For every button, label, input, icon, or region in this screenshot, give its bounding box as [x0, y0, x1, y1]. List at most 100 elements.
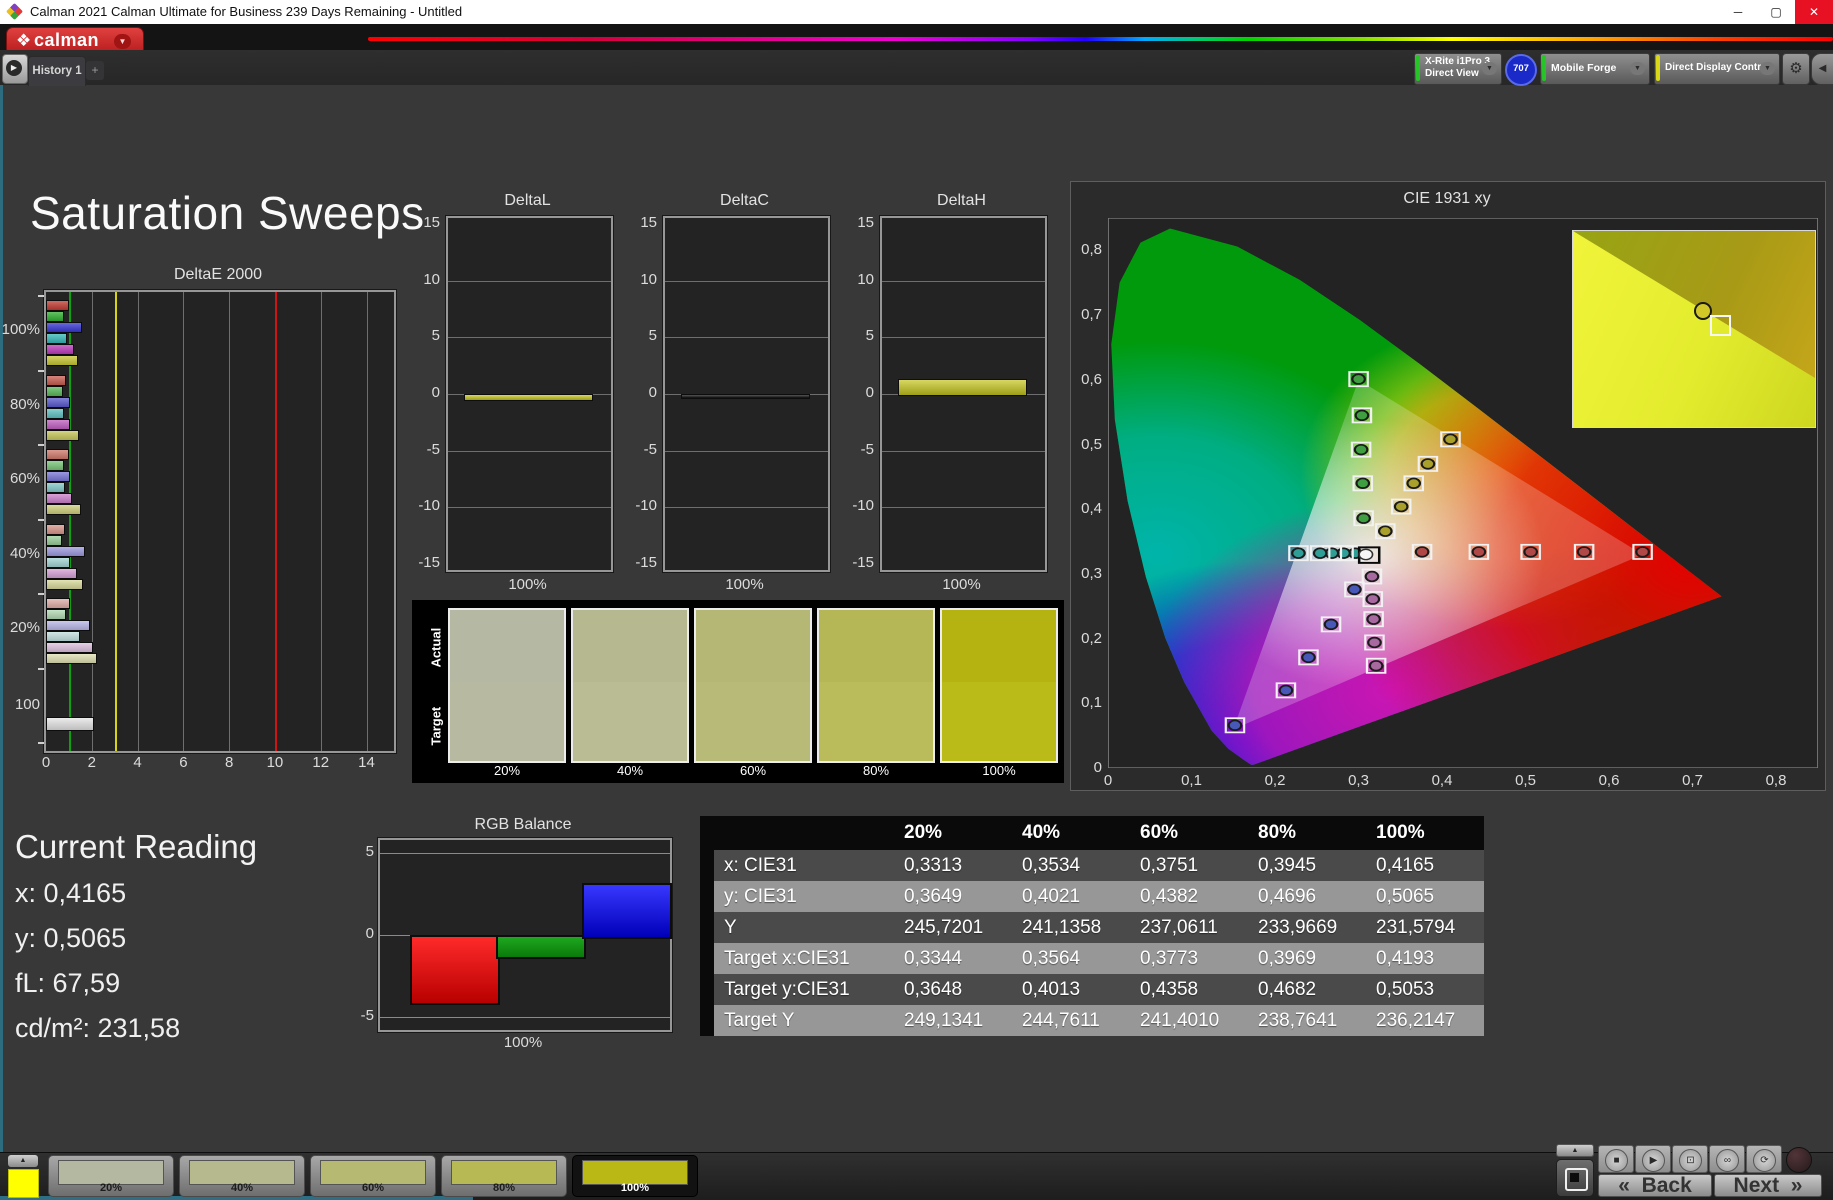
loop-button[interactable]: ⟳	[1746, 1145, 1782, 1173]
actual-swatch	[819, 610, 933, 683]
close-button[interactable]: ✕	[1795, 0, 1833, 24]
continuous-measure-button[interactable]: ∞	[1709, 1145, 1745, 1173]
current-reading-title: Current Reading	[15, 828, 258, 865]
pattern-tile-40%[interactable]: 40%	[179, 1155, 305, 1197]
cell-value: 244,7611	[1022, 1010, 1100, 1031]
add-tab-button[interactable]: +	[86, 61, 104, 80]
maximize-button[interactable]: ▢	[1757, 0, 1795, 24]
mini-y-tick: -10	[852, 497, 874, 515]
cie-x-tick: 0,3	[1348, 772, 1369, 789]
deltae-bar	[46, 598, 70, 609]
mini-y-tick: -10	[635, 497, 657, 515]
pattern-tile-100%[interactable]: 100%	[572, 1155, 698, 1197]
source-dropdown[interactable]: Mobile Forge ▼	[1540, 53, 1650, 85]
gridline	[320, 292, 322, 751]
tab-strip: ▶ History 1 + X-Rite i1Pro 3 Direct View …	[0, 50, 1833, 86]
pattern-tile-80%[interactable]: 80%	[441, 1155, 567, 1197]
target-swatch	[942, 682, 1056, 761]
calman-app: Calman 2021 Calman Ultimate for Business…	[0, 0, 1833, 1200]
red-balance-bar	[410, 935, 500, 1005]
pattern-window-button[interactable]: ⊡	[1672, 1145, 1708, 1173]
deltae-x-tick: 0	[41, 754, 51, 771]
cell-value: 0,3313	[904, 855, 963, 876]
play-button[interactable]: ▶	[1635, 1145, 1671, 1173]
row-handle	[700, 850, 714, 881]
collapse-panel-button[interactable]: ◀	[1811, 53, 1833, 85]
back-button[interactable]: « Back	[1598, 1174, 1712, 1197]
mini-y-tick: 0	[865, 384, 874, 401]
table-row: Target x:CIE31 0,3344 0,3564 0,3773 0,3969 0,…	[700, 943, 1484, 974]
mini-y-tick: -5	[426, 440, 440, 458]
stop-button[interactable]: ■	[1598, 1145, 1634, 1173]
pattern-scroll-up-button[interactable]: ▲	[8, 1155, 38, 1167]
swatch-label: 40%	[616, 763, 644, 778]
row-label: x: CIE31	[724, 855, 797, 876]
deltae-bar	[46, 418, 70, 430]
cell-value: 0,3534	[1022, 855, 1081, 876]
cell-value: 0,3648	[904, 979, 963, 1000]
table-row: Y 245,7201 241,1358 237,0611 233,9669 231,579…	[700, 912, 1484, 943]
axis-tick	[38, 593, 44, 595]
settings-gear-button[interactable]: ⚙	[1782, 53, 1810, 85]
deltae-bar	[46, 578, 84, 590]
column-header: 20%	[904, 822, 943, 843]
row-label: Target Y	[724, 1010, 795, 1031]
meter-dropdown[interactable]: X-Rite i1Pro 3 Direct View ▼	[1414, 53, 1502, 85]
tab-history-1[interactable]: History 1	[28, 56, 86, 86]
deltae-bar	[46, 717, 94, 731]
cell-value: 231,5794	[1376, 917, 1456, 938]
gridline	[380, 1016, 670, 1018]
gridline	[448, 337, 611, 339]
deltah-chart	[880, 216, 1047, 572]
cie-x-tick: 0,6	[1598, 772, 1620, 789]
chevron-down-icon[interactable]: ▼	[1760, 62, 1775, 75]
next-button[interactable]: Next »	[1714, 1174, 1822, 1197]
stop-square-icon	[1565, 1168, 1588, 1191]
deltae-bar	[46, 631, 81, 642]
swatch-label: 60%	[739, 763, 767, 778]
actual-target-swatch-panel: Actual Target 20% 40% 60% 80% 100%	[412, 600, 1064, 783]
sidebar-toggle-button[interactable]: ▶	[2, 54, 28, 84]
mini-y-tick: -15	[418, 554, 440, 571]
calman-menu-dropdown-icon[interactable]: ▼	[114, 34, 131, 49]
cell-value: 0,4021	[1022, 886, 1081, 907]
color-swatch	[571, 608, 689, 763]
column-header: 80%	[1258, 822, 1297, 843]
stop-measure-button[interactable]	[1556, 1159, 1594, 1197]
deltae-bar	[46, 300, 69, 311]
deltae-bar	[46, 545, 85, 557]
gridline	[448, 450, 611, 452]
actual-swatch	[696, 610, 810, 683]
gridline	[137, 292, 139, 751]
deltae-bar	[46, 620, 91, 631]
window-title: Calman 2021 Calman Ultimate for Business…	[30, 4, 463, 19]
mini-y-tick: -10	[418, 497, 440, 515]
cell-value: 0,4382	[1140, 886, 1199, 907]
cie-zoom-inset	[1572, 230, 1816, 428]
deltae-bar	[46, 396, 70, 408]
chevron-down-icon[interactable]: ▼	[1630, 62, 1645, 75]
cell-value: 0,4358	[1140, 979, 1199, 1000]
pattern-tile-20%[interactable]: 20%	[48, 1155, 174, 1197]
red-limit-line	[274, 292, 277, 751]
deltae-bar	[46, 344, 75, 355]
cie-y-tick: 0,4	[1081, 500, 1102, 518]
chevron-down-icon[interactable]: ▼	[1482, 62, 1497, 75]
minimize-button[interactable]: ─	[1719, 0, 1757, 24]
cie-x-tick: 0,2	[1264, 772, 1286, 789]
deltae-chart	[38, 290, 396, 753]
deltae-bar	[46, 493, 73, 504]
meter-status-bar	[1416, 55, 1420, 81]
deltae-bar	[46, 523, 66, 535]
workflow-dropdown[interactable]: Direct Display Control ▼	[1654, 53, 1780, 85]
mini-bar	[681, 394, 810, 399]
pattern-tile-60%[interactable]: 60%	[310, 1155, 436, 1197]
deltae-group-label: 100	[14, 696, 40, 713]
meter-panel-up-button[interactable]: ▲	[1556, 1144, 1594, 1157]
green-balance-bar	[496, 935, 586, 959]
mini-y-tick: 0	[648, 384, 657, 401]
cell-value: 0,5065	[1376, 886, 1435, 907]
row-handle	[700, 943, 714, 974]
meter-mode-badge[interactable]: 707	[1505, 54, 1537, 86]
active-pattern-swatch[interactable]	[8, 1169, 39, 1198]
